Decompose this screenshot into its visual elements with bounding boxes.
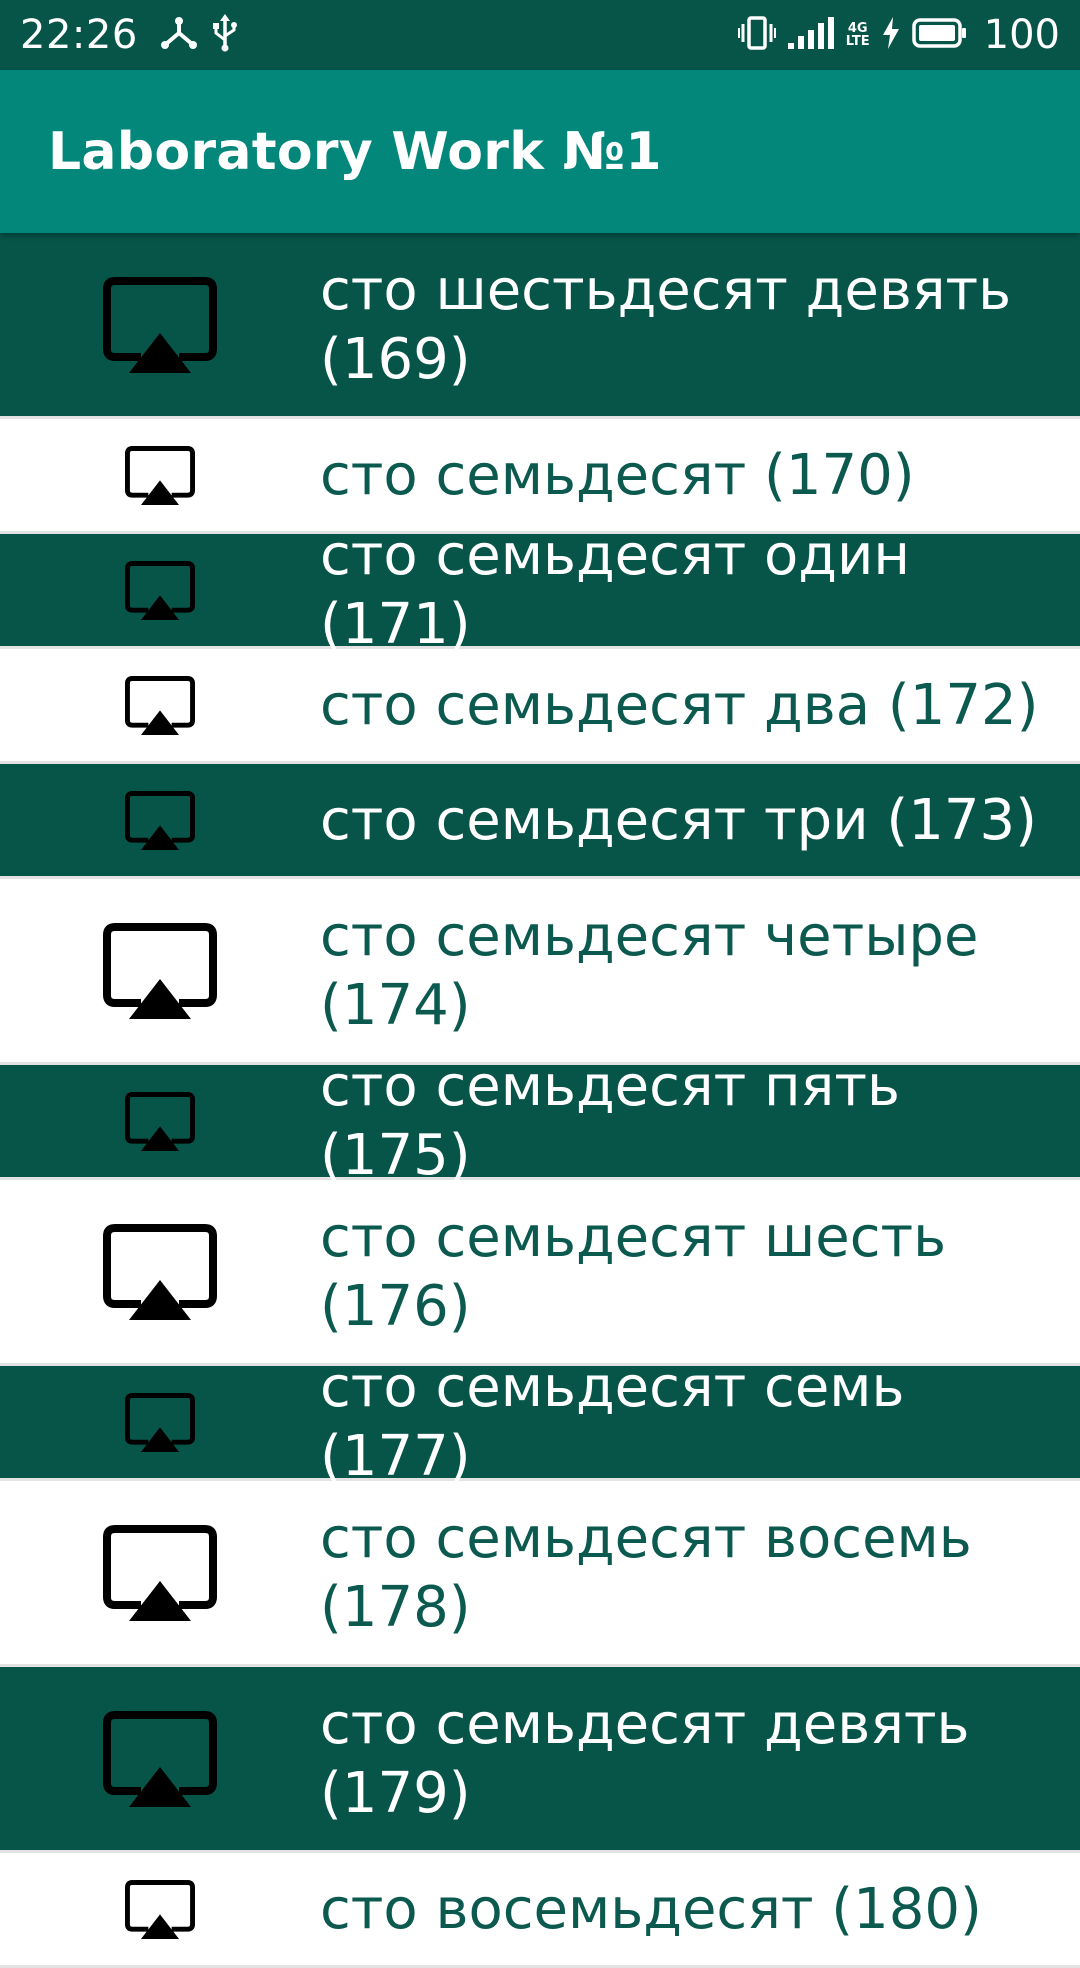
list-item[interactable]: сто семьдесят восемь (178): [0, 1481, 1080, 1667]
list-item-label: сто семьдесят четыре (174): [320, 903, 979, 1038]
airplay-icon: [0, 1710, 320, 1807]
charging-icon: [882, 17, 900, 53]
list-item[interactable]: сто восемьдесят (180): [0, 1853, 1080, 1968]
signal-icon: [787, 17, 834, 53]
network-type-bottom: LTE: [845, 34, 870, 49]
usb-icon: [212, 14, 238, 56]
airplay-icon: [0, 1223, 320, 1320]
list-item-label: сто семьдесят три (173): [320, 787, 1037, 853]
list-item[interactable]: сто семьдесят четыре (174): [0, 879, 1080, 1065]
battery-percent: 100: [983, 12, 1060, 58]
airplay-icon: [0, 1392, 320, 1452]
network-type: 4G LTE: [846, 22, 870, 48]
list-item-label: сто семьдесят семь (177): [320, 1355, 905, 1489]
list-item[interactable]: сто семьдесят семь (177): [0, 1355, 1080, 1489]
airplay-icon: [0, 675, 320, 735]
list-item-label: сто семьдесят один (171): [320, 523, 911, 657]
list-item[interactable]: сто семьдесят девять (179): [0, 1667, 1080, 1853]
battery-icon: [911, 18, 968, 52]
app-title: Laboratory Work №1: [48, 121, 662, 182]
airplay-icon: [0, 445, 320, 505]
list-item[interactable]: сто семьдесят (170): [0, 419, 1080, 534]
list-item-label: сто семьдесят пять (175): [320, 1054, 900, 1188]
list-item-label: сто шестьдесят девять (169): [320, 257, 1012, 392]
airplay-icon: [0, 560, 320, 620]
list-item-label: сто семьдесят два (172): [320, 672, 1039, 738]
airplay-icon: [0, 276, 320, 373]
airplay-icon: [0, 1879, 320, 1939]
airplay-icon: [0, 790, 320, 850]
list-item[interactable]: сто шестьдесят девять (169): [0, 233, 1080, 419]
list-item[interactable]: сто семьдесят три (173): [0, 764, 1080, 879]
airplay-icon: [0, 1524, 320, 1621]
number-list[interactable]: сто шестьдесят девять (169) сто семьдеся…: [0, 233, 1080, 1968]
airplay-icon: [0, 922, 320, 1019]
network-share-icon: [160, 16, 198, 54]
list-item[interactable]: сто семьдесят шесть (176): [0, 1180, 1080, 1366]
list-item-label: сто семьдесят девять (179): [320, 1691, 970, 1826]
list-item-label: сто семьдесят восемь (178): [320, 1505, 972, 1640]
app-bar: Laboratory Work №1: [0, 70, 1080, 233]
list-item[interactable]: сто семьдесят два (172): [0, 649, 1080, 764]
list-item-label: сто семьдесят (170): [320, 442, 915, 508]
list-item[interactable]: сто семьдесят пять (175): [0, 1054, 1080, 1188]
list-item[interactable]: сто семьдесят один (171): [0, 523, 1080, 657]
status-time: 22:26: [20, 12, 138, 58]
vibrate-icon: [737, 15, 776, 55]
status-bar: 22:26 4G LTE 100: [0, 0, 1080, 70]
airplay-icon: [0, 1091, 320, 1151]
list-item-label: сто семьдесят шесть (176): [320, 1204, 947, 1339]
list-item-label: сто восемьдесят (180): [320, 1876, 982, 1942]
